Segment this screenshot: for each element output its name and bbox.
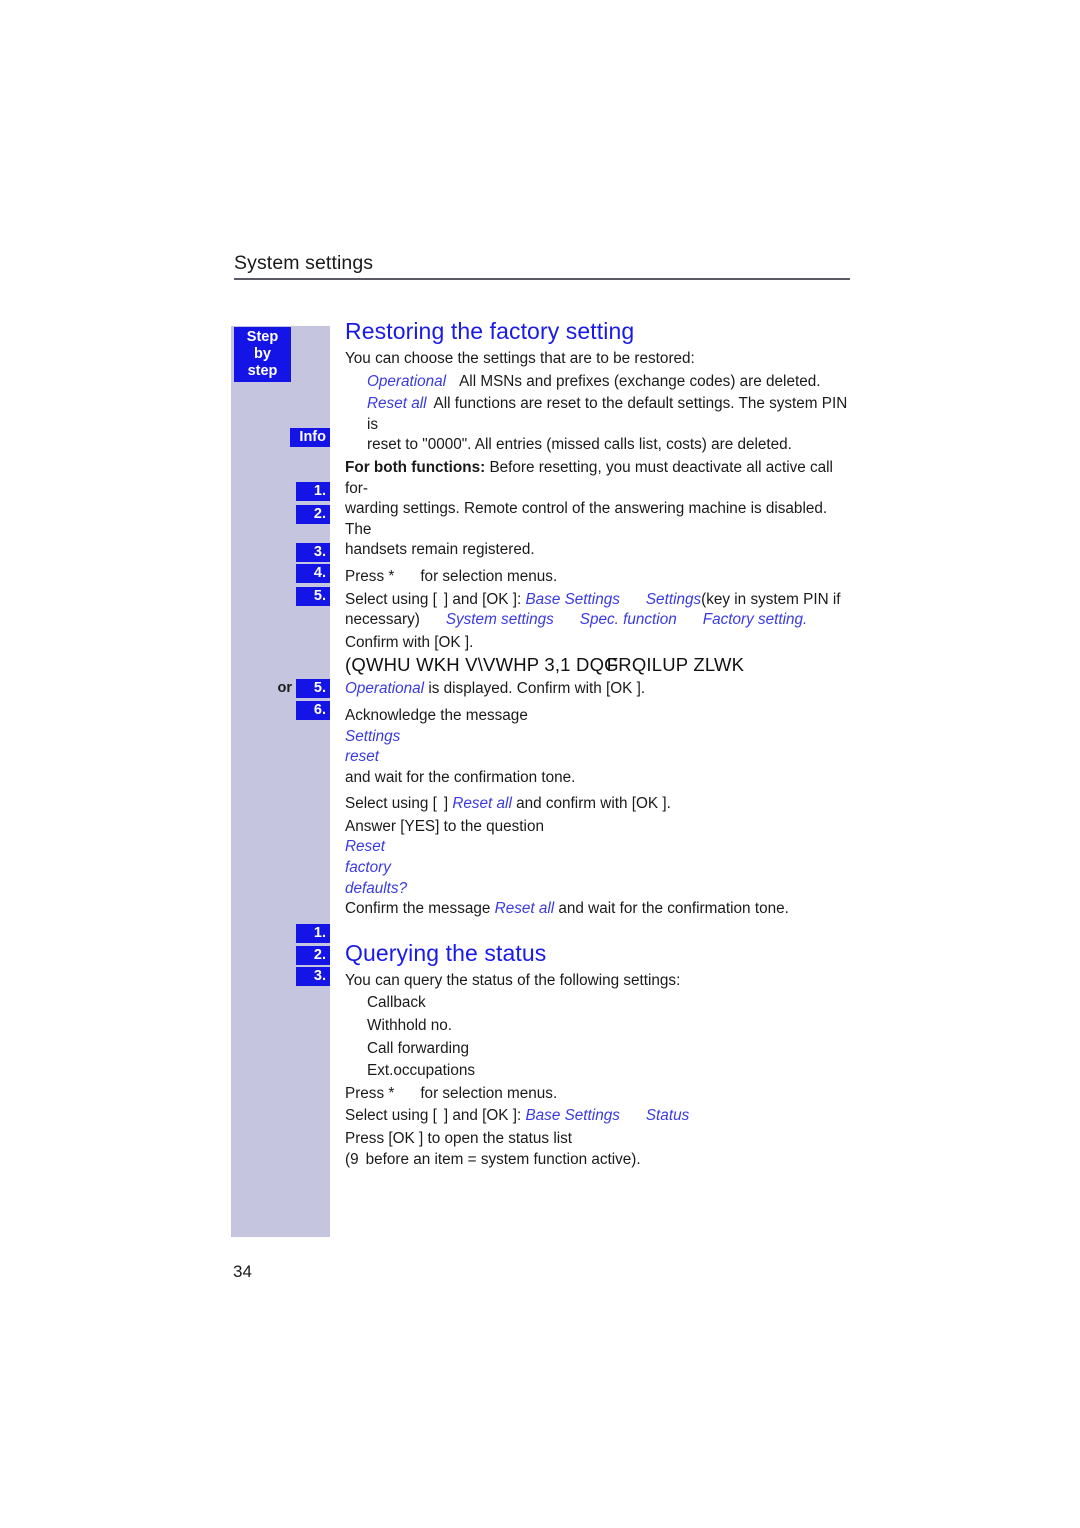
querying-list-item-3: Call forwarding [367, 1039, 470, 1057]
restoring-step-1-tail: for selection menus. [420, 567, 558, 585]
info-paragraph-line-1: For both functions: Before resetting, yo… [345, 458, 855, 499]
option-operational-desc: All MSNs and prefixes (exchange codes) a… [459, 372, 821, 390]
marker-query-step-3: 3. [296, 967, 330, 986]
restoring-step-2-line-2-lead: necessary) [345, 611, 420, 629]
restoring-step-6-confirm-name: Reset all [494, 900, 555, 918]
restoring-step-1-press: Press * [345, 567, 395, 585]
option-reset-all: Reset all All functions are reset to the … [367, 394, 855, 435]
querying-step-1-press: Press * [345, 1084, 395, 1102]
querying-step-1-tail: for selection menus. [420, 1084, 558, 1102]
querying-step-2-lead: Select using [ [345, 1107, 437, 1125]
querying-step-3-line-1: Press [OK ] to open the status list [345, 1130, 573, 1147]
restoring-step-2-path-2: Settings [645, 590, 702, 608]
marker-step-2: 2. [296, 505, 330, 524]
option-operational-name: Operational [367, 372, 447, 390]
querying-step-2-path-1: Base Settings [525, 1107, 620, 1125]
restoring-step-6-confirm-tail: and wait for the confirmation tone. [558, 900, 789, 918]
option-operational: Operational All MSNs and prefixes (exchan… [367, 372, 855, 393]
restoring-step-2-line-2: necessary) System settings Spec. function F… [345, 610, 855, 631]
option-reset-all-desc-line-1: All functions are reset to the default s… [367, 395, 848, 433]
running-header-title: System settings [234, 252, 374, 274]
info-line-3: handsets remain registered. [345, 541, 535, 559]
querying-step-3-line-2: (9 before an item = system function activ… [345, 1150, 855, 1171]
acknowledge-line: Acknowledge the message [345, 706, 528, 724]
step-by-step-side-column [231, 326, 330, 1237]
restoring-step-2-path-4: Spec. function [579, 611, 677, 629]
marker-query-step-1: 1. [296, 924, 330, 943]
restoring-step-4-garbled-part-a: (QWHU WKH V\VWHP 3,1 DQG [345, 654, 619, 676]
restoring-step-5-alt: Select using [] Reset all and confirm wi… [345, 794, 855, 815]
section-title-restoring: Restoring the factory setting [345, 318, 635, 344]
restoring-step-5-alt-tail: and confirm with [OK ]. [516, 795, 671, 813]
marker-step-1: 1. [296, 482, 330, 501]
restoring-step-2-lead: Select using [ [345, 590, 437, 608]
acknowledge-message-line-2: reset [345, 748, 380, 766]
running-header: System settings [234, 252, 850, 280]
querying-step-2-path-2: Status [645, 1107, 690, 1125]
restoring-step-2-mid: ] and [OK ]: [443, 590, 522, 608]
restoring-step-6-confirm: Confirm the message Reset all and wait f… [345, 899, 855, 920]
main-content-column: Restoring the factory setting You can ch… [345, 318, 855, 1170]
querying-list-item-1: Callback [367, 994, 426, 1012]
restoring-step-4-garbled-line: (QWHU WKH V\VWHP 3,1 DQGFRQILUP ZLWK [345, 653, 855, 677]
info-paragraph-line-2-row: warding settings. Remote control of the … [345, 499, 855, 540]
marker-query-step-2: 2. [296, 946, 330, 965]
option-reset-all-name: Reset all [367, 395, 427, 413]
step-badge-line-3: step [247, 363, 278, 379]
restoring-step-5-tail: is displayed. Confirm with [OK ]. [428, 680, 646, 698]
step-badge-line-2: by [254, 346, 271, 362]
marker-step-4: 4. [296, 564, 330, 583]
step-by-step-badge: Step by step [234, 327, 291, 382]
querying-step-3-line-2-tail: before an item = system function active)… [365, 1150, 641, 1168]
info-paragraph-line-3-row: handsets remain registered. [345, 540, 855, 561]
restoring-step-5-alt-lead: Select using [ [345, 795, 437, 813]
restoring-step-2-path-1: Base Settings [525, 590, 620, 608]
querying-step-2: Select using [ ] and [OK ]: Base Settings… [345, 1106, 855, 1127]
restoring-step-2-line-1: Select using [ ] and [OK ]: Base Settings… [345, 590, 855, 611]
restoring-step-2-path-3: System settings [445, 611, 554, 629]
querying-intro: You can query the status of the followin… [345, 971, 681, 989]
marker-step-5-alt: 5. [296, 679, 330, 698]
marker-info: Info [290, 428, 330, 447]
restoring-step-2-paren: (key in system PIN if [701, 590, 841, 608]
restoring-step-6-message-line-1: Reset [345, 838, 385, 856]
restoring-step-6-message-line-3: defaults? [345, 879, 408, 897]
querying-step-1: Press * for selection menus. [345, 1084, 855, 1105]
marker-step-6: 6. [296, 701, 330, 720]
querying-step-2-mid: ] and [OK ]: [443, 1107, 522, 1125]
section-title-querying: Querying the status [345, 939, 547, 966]
marker-or-label: or [277, 680, 293, 696]
querying-list-item-4: Ext.occupations [367, 1062, 475, 1080]
restoring-intro: You can choose the settings that are to … [345, 350, 695, 367]
restoring-step-5-alt-name: Reset all [452, 795, 512, 813]
acknowledge-tail: and wait for the confirmation tone. [345, 768, 576, 786]
restoring-step-5-alt-mid: ] [443, 795, 449, 813]
restoring-step-1: Press * for selection menus. [345, 567, 855, 588]
option-reset-all-desc-line-2: reset to "0000". All entries (missed cal… [367, 436, 792, 454]
header-divider [234, 278, 850, 280]
restoring-step-6-lead: Answer [YES] to the question [345, 817, 544, 835]
restoring-step-5-name: Operational [345, 680, 425, 698]
restoring-step-6-confirm-lead: Confirm the message [345, 900, 491, 918]
acknowledge-message-line-1: Settings [345, 727, 401, 745]
info-lead: For both functions: [345, 458, 486, 476]
info-line-2: warding settings. Remote control of the … [345, 500, 828, 538]
restoring-step-5: Operational is displayed. Confirm with [… [345, 679, 855, 700]
marker-step-5: 5. [296, 587, 330, 606]
restoring-step-2-path-5: Factory setting. [702, 611, 808, 629]
manual-page: System settings Step by step Info 1. 2. … [0, 0, 1080, 1528]
restoring-step-3: Confirm with [OK ]. [345, 633, 474, 651]
marker-step-3: 3. [296, 543, 330, 562]
page-number: 34 [233, 1262, 252, 1281]
restoring-step-4-garbled-part-b: FRQILUP ZLWK [606, 654, 745, 676]
option-reset-all-desc-line-2-row: reset to "0000". All entries (missed cal… [367, 435, 855, 456]
querying-step-3-symbol: (9 [345, 1150, 359, 1168]
querying-list-item-2: Withhold no. [367, 1017, 453, 1035]
step-badge-line-1: Step [246, 329, 279, 345]
restoring-step-6-message-line-2: factory [345, 859, 391, 877]
